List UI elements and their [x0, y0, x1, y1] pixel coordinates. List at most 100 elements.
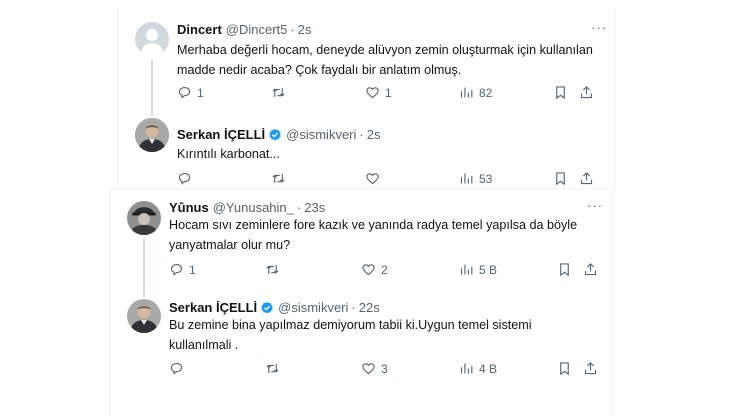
retweet-button[interactable]	[271, 171, 286, 186]
verified-badge-icon	[261, 301, 273, 314]
views-count: 53	[479, 171, 493, 186]
like-button[interactable]: 2	[361, 262, 388, 277]
reply-icon	[178, 172, 191, 185]
share-icon	[584, 263, 597, 276]
views-icon	[460, 173, 473, 184]
user-handle[interactable]: @Dincert5	[226, 22, 288, 37]
user-handle[interactable]: @sismikveri	[286, 127, 356, 142]
more-icon[interactable]: ···	[591, 20, 607, 35]
tweet-yunus[interactable]: Yûnus @Yunusahin_ · 23s ··· Hocam sıvı z…	[111, 189, 611, 297]
reply-icon	[170, 263, 183, 276]
bookmark-icon	[556, 172, 565, 186]
retweet-button[interactable]	[271, 85, 286, 100]
avatar-dincert[interactable]	[135, 22, 169, 56]
bookmark-button[interactable]	[553, 171, 568, 186]
share-button[interactable]	[579, 171, 594, 186]
reply-count: 1	[189, 262, 196, 277]
views-count: 5 B	[479, 262, 498, 277]
tweet-text: Hocam sıvı zeminlere fore kazık ve yanın…	[169, 215, 605, 255]
timestamp[interactable]: 22s	[359, 300, 380, 315]
views-button[interactable]: 5 B	[459, 262, 497, 277]
views-count: 82	[479, 85, 493, 100]
bookmark-button[interactable]	[557, 361, 572, 376]
avatar-serkan[interactable]	[127, 299, 161, 333]
tweet-header: Serkan İÇELLİ @sismikveri · 2s	[177, 127, 380, 142]
retweet-icon	[272, 88, 285, 97]
profile-photo	[127, 201, 161, 235]
like-button[interactable]: 1	[365, 85, 392, 100]
tweet-text-line: madde nedir acaba? Çok faydalı bir anlat…	[177, 63, 462, 77]
display-name[interactable]: Serkan İÇELLİ	[177, 127, 265, 142]
bookmark-icon	[560, 362, 569, 376]
reply-button[interactable]	[177, 171, 192, 186]
tweet-actions: 53	[177, 171, 607, 189]
more-icon[interactable]: ···	[587, 198, 603, 213]
like-icon	[362, 363, 375, 375]
like-icon	[362, 264, 375, 276]
tweet-actions: 1 2 5 B	[169, 262, 605, 280]
avatar-serkan[interactable]	[135, 118, 169, 152]
display-name[interactable]: Serkan İÇELLİ	[169, 300, 257, 315]
like-button[interactable]: 3	[361, 361, 388, 376]
profile-photo	[127, 299, 161, 333]
views-button[interactable]: 53	[459, 171, 492, 186]
verified-badge-icon	[269, 128, 281, 141]
timestamp[interactable]: 2s	[367, 127, 381, 142]
views-button[interactable]: 82	[459, 85, 492, 100]
retweet-button[interactable]	[265, 262, 280, 277]
share-button[interactable]	[583, 262, 598, 277]
retweet-icon	[266, 265, 279, 274]
share-button[interactable]	[579, 85, 594, 100]
reply-button[interactable]: 1	[177, 85, 204, 100]
tweet-text-line: Kırıntılı karbonat...	[177, 147, 280, 161]
share-button[interactable]	[583, 361, 598, 376]
tweet-header: Serkan İÇELLİ @sismikveri · 22s	[169, 300, 380, 315]
like-count: 2	[381, 262, 388, 277]
tweet-text-line: yanyatmalar olur mu?	[169, 238, 291, 252]
like-button[interactable]	[365, 171, 380, 186]
display-name[interactable]: Yûnus	[169, 200, 209, 215]
bookmark-icon	[556, 86, 565, 100]
views-icon	[460, 87, 473, 98]
tweet-text: Kırıntılı karbonat...	[177, 144, 607, 164]
profile-photo	[135, 118, 169, 152]
tweet-actions: 3 4 B	[169, 361, 605, 379]
display-name[interactable]: Dincert	[177, 22, 222, 37]
share-icon	[580, 86, 593, 99]
views-button[interactable]: 4 B	[459, 361, 497, 376]
like-icon	[366, 173, 379, 185]
tweet-serkan-reply-2[interactable]: Serkan İÇELLİ @sismikveri · 22s Bu zemin…	[111, 289, 611, 417]
share-icon	[584, 362, 597, 375]
separator-dot: ·	[359, 127, 364, 142]
timestamp[interactable]: 2s	[298, 22, 312, 37]
bookmark-button[interactable]	[557, 262, 572, 277]
tweet-serkan-reply-1[interactable]: Serkan İÇELLİ @sismikveri · 2s Kırıntılı…	[119, 108, 615, 188]
views-count: 4 B	[479, 361, 498, 376]
retweet-icon	[266, 364, 279, 373]
bookmark-icon	[560, 263, 569, 277]
tweet-dincert[interactable]: Dincert @Dincert5 · 2s ··· Merhaba değer…	[119, 8, 615, 116]
reply-button[interactable]: 1	[169, 262, 196, 277]
reply-icon	[178, 86, 191, 99]
tweet-text-line: Merhaba değerli hocam, deneyde alüvyon z…	[177, 43, 593, 57]
default-avatar-icon	[140, 29, 164, 56]
retweet-icon	[272, 174, 285, 183]
tweet-header: Yûnus @Yunusahin_ · 23s	[169, 200, 325, 215]
separator-dot: ·	[296, 200, 302, 215]
tweet-text: Bu zemine bina yapılmaz demiyorum tabii …	[169, 315, 605, 355]
user-handle[interactable]: @Yunusahin_	[213, 200, 294, 215]
tweet-text-line: kullanılmali .	[169, 338, 239, 352]
retweet-button[interactable]	[265, 361, 280, 376]
reply-button[interactable]	[169, 361, 184, 376]
tweet-text: Merhaba değerli hocam, deneyde alüvyon z…	[177, 40, 607, 80]
tweet-actions: 1 1 82	[177, 85, 607, 103]
user-handle[interactable]: @sismikveri	[278, 300, 348, 315]
timestamp[interactable]: 23s	[304, 200, 325, 215]
like-count: 3	[381, 361, 388, 376]
tweet-header: Dincert @Dincert5 · 2s	[177, 22, 311, 37]
views-icon	[460, 363, 473, 374]
tweet-text-line: Bu zemine bina yapılmaz demiyorum tabii …	[169, 318, 532, 332]
separator-dot: ·	[290, 22, 295, 37]
avatar-yunus[interactable]	[127, 201, 161, 235]
bookmark-button[interactable]	[553, 85, 568, 100]
